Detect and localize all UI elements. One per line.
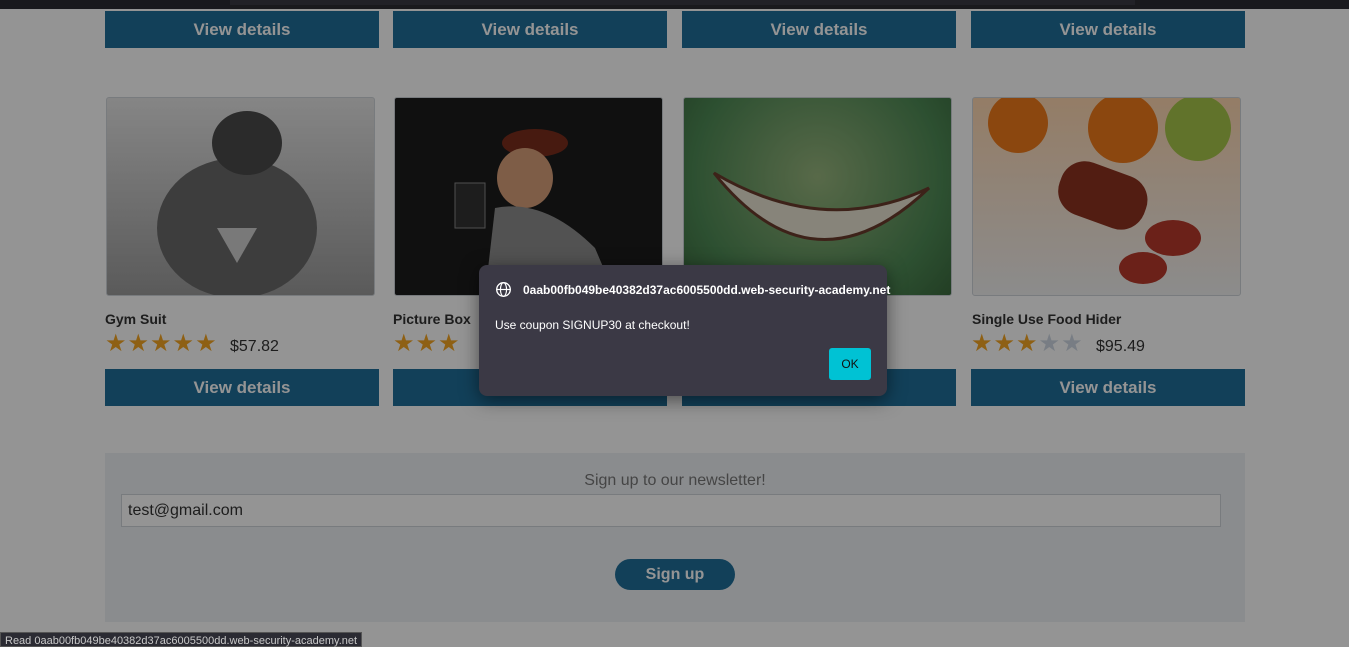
dialog-message: Use coupon SIGNUP30 at checkout!	[495, 318, 690, 332]
status-bar: Read 0aab00fb049be40382d37ac6005500dd.we…	[0, 632, 363, 647]
globe-icon	[496, 282, 511, 297]
ok-button[interactable]: OK	[829, 348, 871, 380]
dialog-origin: 0aab00fb049be40382d37ac6005500dd.web-sec…	[523, 283, 891, 297]
alert-dialog: 0aab00fb049be40382d37ac6005500dd.web-sec…	[479, 265, 891, 396]
